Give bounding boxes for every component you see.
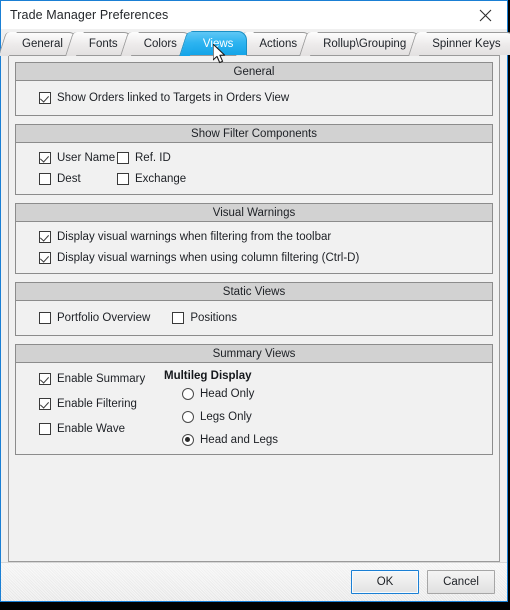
checkbox-icon (39, 231, 51, 243)
group-visual-warnings: Visual Warnings Display visual warnings … (15, 203, 493, 274)
radio-icon (182, 411, 194, 423)
group-body: Portfolio Overview Positions (16, 301, 492, 335)
checkbox-label: Dest (57, 173, 81, 185)
dialog-footer: OK Cancel (1, 562, 507, 601)
group-title: Static Views (16, 283, 492, 301)
summary-checkbox-column: Enable Summary Enable Filtering Enable W… (16, 370, 164, 446)
group-title: Visual Warnings (16, 204, 492, 222)
checkbox-portfolio-overview[interactable]: Portfolio Overview (39, 312, 150, 324)
checkbox-icon (39, 398, 51, 410)
checkbox-icon (172, 312, 185, 324)
tab-strip: General Fonts Colors Views Actions Rollu… (1, 29, 510, 55)
tab-rollup-grouping[interactable]: Rollup\Grouping (309, 32, 421, 55)
checkbox-label: Exchange (135, 173, 187, 185)
checkbox-icon (39, 173, 51, 185)
ok-button[interactable]: OK (351, 570, 419, 594)
views-tab-panel: General Show Orders linked to Targets in… (8, 55, 500, 562)
group-title: General (16, 63, 492, 81)
group-body: User Name Ref. ID Dest Exchange (16, 143, 492, 194)
tab-views[interactable]: Views (188, 31, 248, 55)
group-body: Show Orders linked to Targets in Orders … (16, 81, 492, 115)
checkbox-warn-toolbar-filter[interactable]: Display visual warnings when filtering f… (39, 231, 331, 243)
checkbox-icon (39, 373, 51, 385)
close-icon[interactable] (463, 1, 507, 29)
cancel-button[interactable]: Cancel (427, 570, 495, 594)
checkbox-enable-summary[interactable]: Enable Summary (39, 373, 164, 385)
window-title: Trade Manager Preferences (10, 8, 169, 22)
group-body: Display visual warnings when filtering f… (16, 222, 492, 273)
checkbox-label: Enable Wave (57, 423, 125, 435)
checkbox-enable-wave[interactable]: Enable Wave (39, 423, 164, 435)
title-bar: Trade Manager Preferences (1, 1, 507, 29)
tab-label: Spinner Keys (432, 38, 501, 50)
tab-label: Rollup\Grouping (323, 38, 407, 50)
radio-head-and-legs[interactable]: Head and Legs (182, 434, 278, 446)
checkbox-enable-filtering[interactable]: Enable Filtering (39, 398, 164, 410)
checkbox-icon (39, 92, 51, 104)
checkbox-label: Display visual warnings when using colum… (57, 252, 360, 264)
checkbox-icon (39, 312, 51, 324)
tab-label: Fonts (88, 38, 118, 50)
radio-legs-only[interactable]: Legs Only (182, 411, 278, 423)
checkbox-label: Enable Filtering (57, 398, 137, 410)
radio-label: Head Only (200, 388, 255, 400)
tab-label: General (22, 38, 63, 50)
radio-label: Head and Legs (200, 434, 279, 446)
checkbox-exchange[interactable]: Exchange (117, 173, 186, 185)
checkbox-ref-id[interactable]: Ref. ID (117, 152, 171, 164)
group-show-filter-components: Show Filter Components User Name Ref. ID (15, 124, 493, 195)
checkbox-icon (39, 152, 51, 164)
checkbox-label: Show Orders linked to Targets in Orders … (57, 92, 290, 104)
checkbox-icon (39, 423, 51, 435)
group-title: Summary Views (16, 345, 492, 363)
group-body: Enable Summary Enable Filtering Enable W… (16, 363, 492, 454)
checkbox-label: User Name (57, 152, 116, 164)
checkbox-positions[interactable]: Positions (172, 312, 237, 324)
checkbox-icon (117, 173, 129, 185)
checkbox-label: Positions (190, 312, 237, 324)
checkbox-label: Enable Summary (57, 373, 146, 385)
radio-icon (182, 434, 194, 446)
checkbox-user-name[interactable]: User Name (39, 152, 117, 164)
radio-head-only[interactable]: Head Only (182, 388, 278, 400)
multileg-display-title: Multileg Display (164, 370, 252, 382)
checkbox-icon (39, 252, 51, 264)
preferences-dialog: Trade Manager Preferences General Fonts … (0, 0, 510, 602)
group-general: General Show Orders linked to Targets in… (15, 62, 493, 116)
group-static-views: Static Views Portfolio Overview Position… (15, 282, 493, 336)
group-title: Show Filter Components (16, 125, 492, 143)
radio-label: Legs Only (200, 411, 252, 423)
tab-label: Colors (143, 38, 177, 50)
tab-label: Actions (259, 38, 298, 50)
checkbox-show-orders-linked[interactable]: Show Orders linked to Targets in Orders … (39, 92, 289, 104)
tab-spinner-keys[interactable]: Spinner Keys (418, 32, 510, 55)
checkbox-warn-column-filter[interactable]: Display visual warnings when using colum… (39, 252, 359, 264)
checkbox-label: Display visual warnings when filtering f… (57, 231, 332, 243)
multileg-display-group: Multileg Display Head Only Legs Only Hea… (164, 370, 278, 446)
checkbox-icon (117, 152, 129, 164)
checkbox-label: Portfolio Overview (57, 312, 151, 324)
tab-label: Views (202, 37, 234, 50)
checkbox-label: Ref. ID (135, 152, 171, 164)
checkbox-dest[interactable]: Dest (39, 173, 117, 185)
radio-icon (182, 388, 194, 400)
group-summary-views: Summary Views Enable Summary Enable Filt… (15, 344, 493, 455)
